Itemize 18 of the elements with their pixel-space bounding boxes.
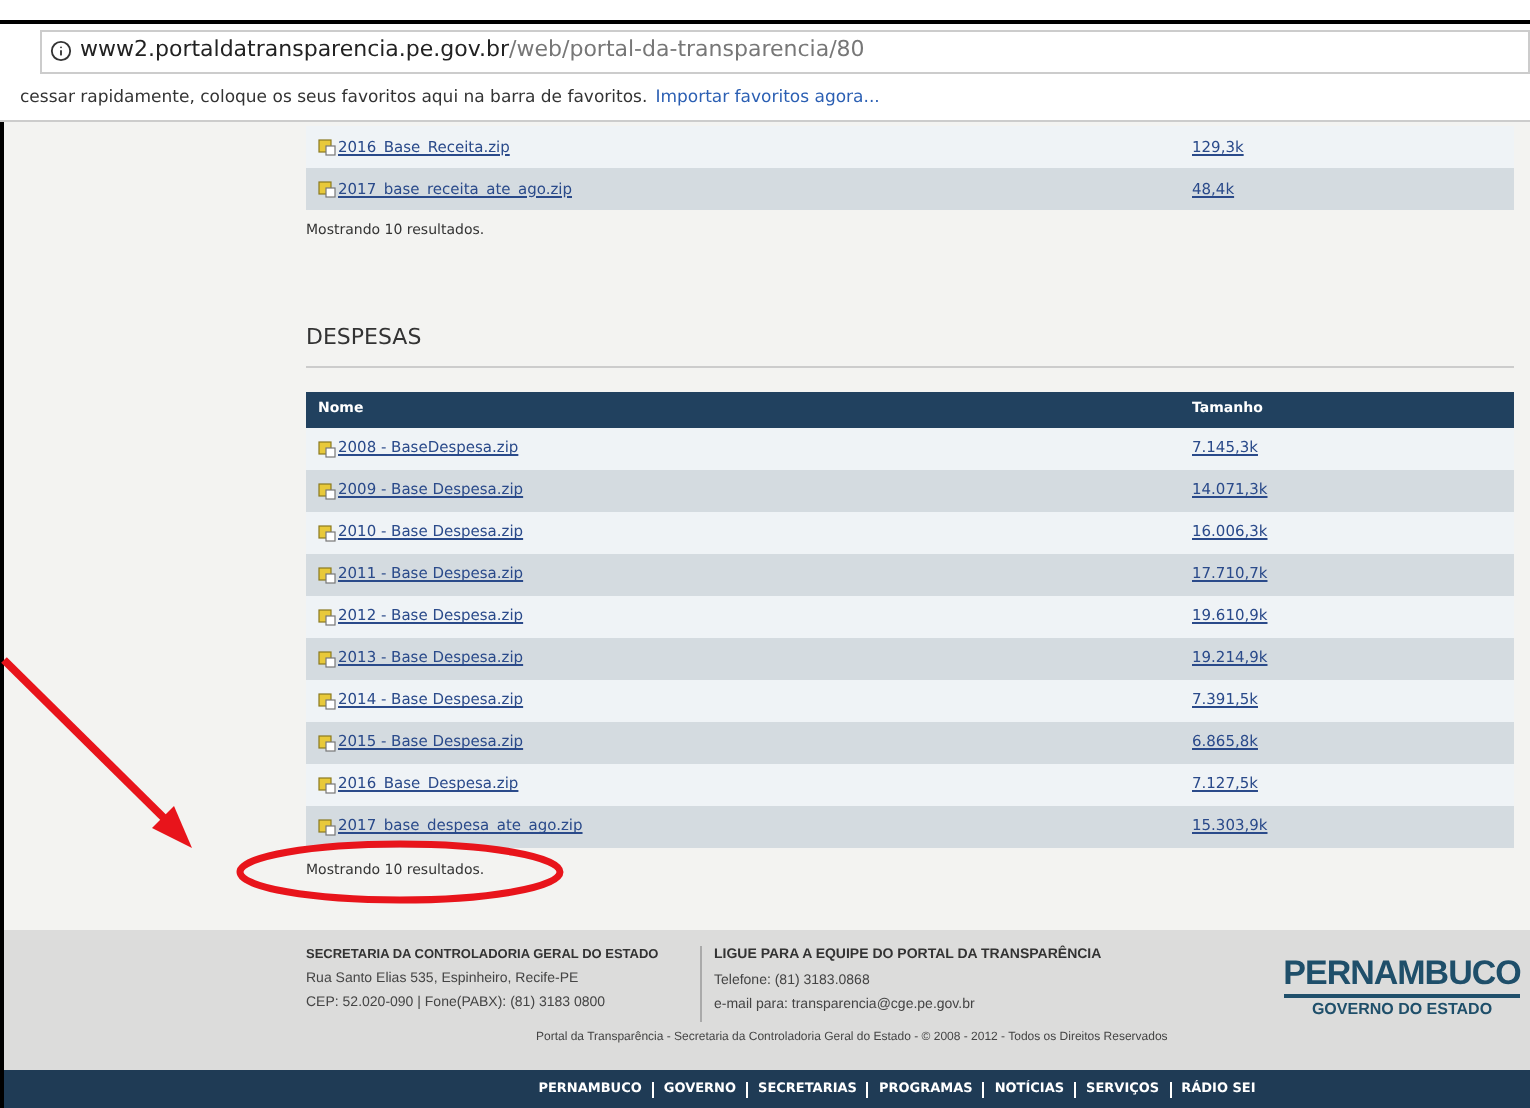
import-bookmarks-link[interactable]: Importar favoritos agora... [655,86,880,112]
info-icon[interactable] [50,40,72,62]
section-title: DESPESAS [306,323,422,349]
file-icon [318,180,336,198]
logo-title: PERNAMBUCO [1283,954,1521,998]
file-icon [318,775,336,793]
file-icon [318,138,336,156]
file-icon [318,565,336,583]
file-icon [318,733,336,751]
file-icon [318,607,336,625]
file-icon [318,481,336,499]
file-icon [318,649,336,667]
logo-subtitle: GOVERNO DO ESTADO [1311,998,1493,1022]
file-icon [318,817,336,835]
bookmarks-hint: cessar rapidamente, coloque os seus favoritos aqui na barra de favoritos. [20,86,648,112]
file-icon [318,523,336,541]
file-icon [318,691,336,709]
file-icon [318,439,336,457]
